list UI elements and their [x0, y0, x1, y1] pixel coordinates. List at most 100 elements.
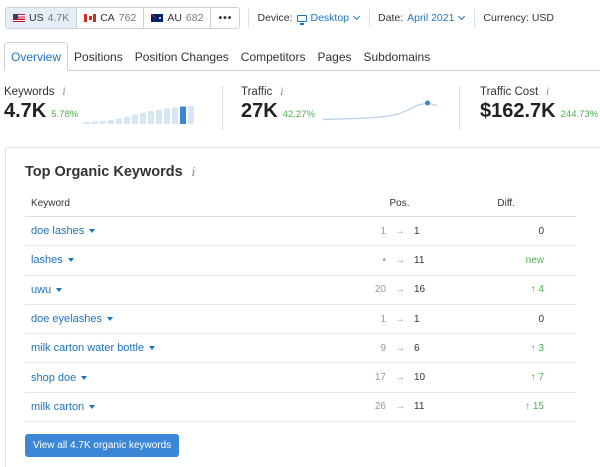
- top-organic-keywords-card: Top Organic Keywords i Keyword Pos. Diff…: [5, 147, 600, 467]
- column-pos[interactable]: Pos.: [355, 198, 444, 209]
- current-position: 16: [414, 284, 426, 296]
- database-ca-button[interactable]: CA 762: [77, 8, 145, 28]
- info-icon[interactable]: i: [280, 87, 283, 98]
- caret-down-icon[interactable]: [89, 229, 96, 234]
- database-au-button[interactable]: AU 682: [144, 8, 212, 28]
- keyword-text: milk carton water bottle: [31, 342, 145, 355]
- previous-position: •: [382, 254, 386, 266]
- keyword-text: uwu: [31, 283, 52, 296]
- divider: [222, 86, 223, 130]
- keyword-text: doe lashes: [31, 225, 85, 238]
- divider: [474, 9, 476, 27]
- date-value: April 2021: [407, 12, 455, 24]
- metric-keywords[interactable]: Keywords i 4.7K 5.78%: [4, 86, 78, 130]
- caret-down-icon[interactable]: [149, 346, 156, 351]
- database-us-button[interactable]: US 4.7K: [6, 8, 78, 28]
- previous-position: 26: [374, 401, 386, 413]
- sparkline-bar: [108, 120, 114, 124]
- table-row: lashes • → 11 new: [25, 246, 576, 276]
- keyword-text: doe eyelashes: [31, 313, 102, 326]
- keyword-link[interactable]: doe lashes: [25, 225, 355, 237]
- keywords-bar-sparkline: [84, 106, 194, 124]
- card-title-text: Top Organic Keywords: [25, 164, 183, 180]
- caret-down-icon[interactable]: [89, 404, 96, 409]
- sparkline-bar: [132, 114, 138, 124]
- tab-pages[interactable]: Pages: [311, 42, 357, 71]
- database-count: 4.7K: [47, 12, 70, 24]
- caret-down-icon[interactable]: [67, 258, 74, 263]
- chevron-down-icon: [458, 12, 466, 21]
- date-dropdown[interactable]: April 2021: [407, 12, 466, 24]
- table-row: milk carton water bottle 9 → 6 ↑ 3: [25, 334, 576, 364]
- previous-position: 20: [374, 284, 386, 296]
- info-icon[interactable]: i: [63, 87, 66, 98]
- sparkline-bar: [84, 121, 90, 124]
- tab-position-changes[interactable]: Position Changes: [129, 42, 235, 71]
- current-position: 11: [414, 254, 425, 266]
- au-flag-icon: [151, 14, 164, 22]
- column-keyword[interactable]: Keyword: [25, 198, 355, 209]
- metric-traffic-cost[interactable]: Traffic Cost i $162.7K 244.73%: [480, 86, 598, 130]
- arrow-right-icon: →: [395, 342, 405, 354]
- tab-overview[interactable]: Overview: [4, 42, 69, 71]
- keyword-link[interactable]: uwu: [25, 284, 355, 296]
- metrics-summary: Keywords i 4.7K 5.78% Traffic i 27K 42.27% T…: [0, 86, 600, 130]
- current-position: 1: [414, 225, 420, 237]
- info-icon[interactable]: i: [192, 165, 196, 179]
- current-position: 6: [414, 342, 420, 354]
- previous-position: 1: [380, 313, 386, 325]
- position-diff: 0: [538, 225, 544, 237]
- info-icon[interactable]: i: [546, 87, 549, 98]
- device-label: Device:: [257, 12, 293, 24]
- current-position: 1: [414, 313, 420, 325]
- more-databases-button[interactable]: •••: [211, 8, 240, 28]
- table-row: milk carton 26 → 11 ↑ 15: [25, 393, 576, 423]
- database-selector: US 4.7K CA 762 AU 682 •••: [5, 7, 241, 29]
- traffic-line-sparkline: [322, 100, 438, 121]
- caret-down-icon[interactable]: [81, 375, 88, 380]
- keyword-link[interactable]: milk carton water bottle: [25, 342, 355, 354]
- keywords-table: Keyword Pos. Diff. doe lashes 1 → 1 0 lashes •…: [25, 191, 576, 423]
- divider: [369, 9, 371, 27]
- keyword-link[interactable]: doe eyelashes: [25, 313, 355, 325]
- keyword-link[interactable]: milk carton: [25, 401, 355, 413]
- metric-traffic-label: Traffic: [241, 86, 273, 98]
- sparkline-peak-point: [425, 100, 430, 106]
- sparkline-bar: [188, 106, 194, 124]
- sparkline-bar: [100, 120, 106, 124]
- device-dropdown[interactable]: Desktop: [296, 12, 362, 25]
- column-diff[interactable]: Diff.: [444, 198, 545, 209]
- caret-down-icon[interactable]: [56, 287, 63, 292]
- keyword-link[interactable]: lashes: [25, 254, 355, 266]
- previous-position: 17: [374, 372, 386, 384]
- view-all-keywords-button[interactable]: View all 4.7K organic keywords: [25, 434, 180, 457]
- current-position: 11: [414, 401, 425, 413]
- arrow-right-icon: →: [395, 284, 405, 296]
- position-diff: new: [525, 254, 544, 266]
- metric-cost-label: Traffic Cost: [480, 86, 539, 98]
- previous-position: 1: [380, 225, 386, 237]
- keyword-link[interactable]: shop doe: [25, 372, 355, 384]
- divider: [459, 86, 460, 130]
- divider: [248, 9, 250, 27]
- tab-positions[interactable]: Positions: [68, 42, 129, 71]
- report-tabs: Overview Positions Position Changes Competi…: [4, 42, 600, 71]
- date-filter[interactable]: Date: April 2021: [378, 12, 466, 24]
- device-filter[interactable]: Device: Desktop: [257, 12, 362, 25]
- chevron-down-icon: [352, 12, 361, 21]
- current-position: 10: [414, 372, 426, 384]
- ca-flag-icon: [84, 14, 97, 22]
- metric-traffic[interactable]: Traffic i 27K 42.27%: [241, 86, 315, 130]
- sparkline-bar: [116, 118, 122, 124]
- sparkline-bar: [164, 108, 170, 124]
- arrow-right-icon: →: [395, 225, 405, 237]
- sparkline-bar: [124, 116, 130, 124]
- sparkline-bar: [156, 109, 162, 124]
- tab-subdomains[interactable]: Subdomains: [358, 42, 437, 71]
- position-diff: 0: [538, 313, 544, 325]
- tab-competitors[interactable]: Competitors: [235, 42, 312, 71]
- table-row: doe lashes 1 → 1 0: [25, 217, 576, 247]
- database-code: CA: [100, 12, 115, 24]
- caret-down-icon[interactable]: [106, 317, 113, 322]
- database-code: AU: [167, 12, 182, 24]
